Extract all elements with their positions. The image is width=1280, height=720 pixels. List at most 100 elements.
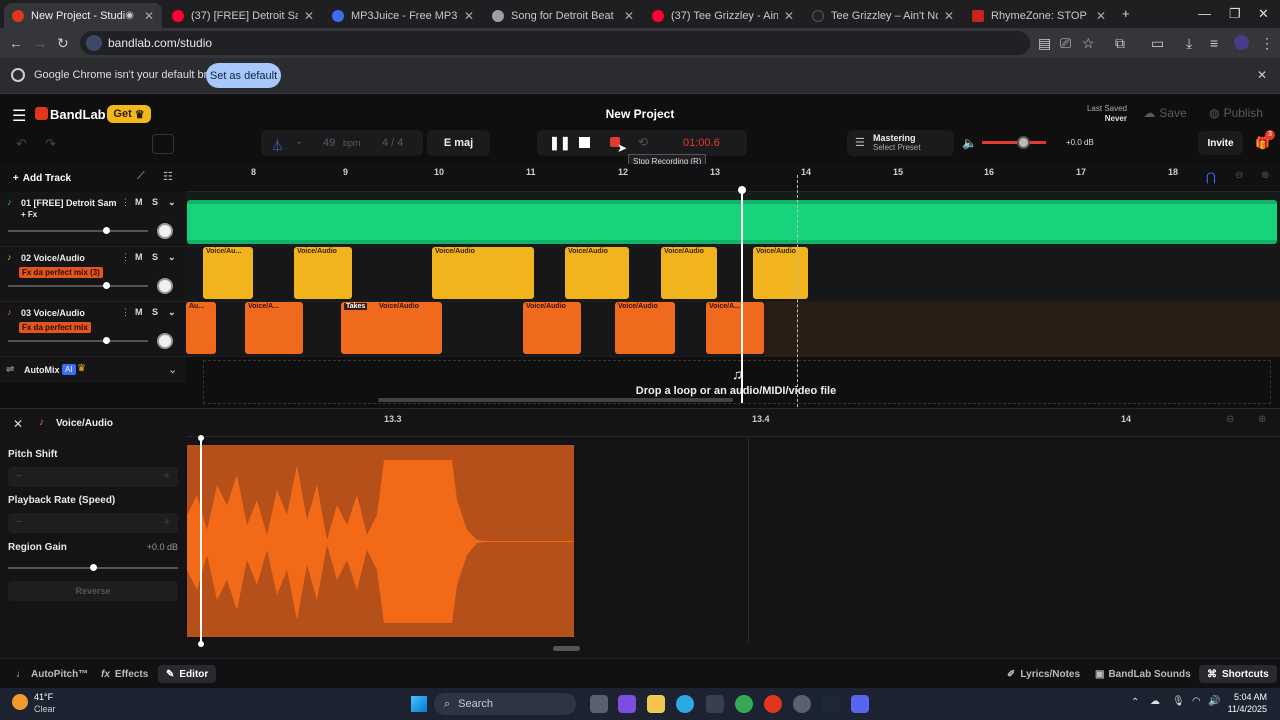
clock-date[interactable]: 11/4/2025	[1221, 704, 1267, 714]
windows-start-icon[interactable]	[411, 696, 427, 712]
minus-icon[interactable]: −	[16, 470, 22, 482]
key-selector[interactable]: E maj	[427, 130, 490, 156]
taskbar-search[interactable]: ⌕ Search	[434, 693, 576, 715]
mastering-button[interactable]: ☰ Mastering Select Preset	[847, 130, 954, 156]
slider-knob[interactable]	[103, 227, 110, 234]
metronome-icon[interactable]: ⏃	[271, 135, 284, 154]
track-name[interactable]: 01 [FREE] Detroit Sam...	[21, 198, 116, 208]
more-options-icon[interactable]: ⋮	[121, 307, 130, 318]
chevron-down-icon[interactable]: ⌄	[168, 363, 177, 376]
solo-button[interactable]: S	[152, 252, 158, 262]
close-tab-icon[interactable]: ✕	[304, 9, 314, 23]
editor-region[interactable]	[187, 445, 574, 637]
maximize-window-icon[interactable]: ❐	[1229, 6, 1241, 22]
vocal-clip[interactable]: Voice/Au...	[203, 247, 253, 299]
browser-tab-0[interactable]: New Project - Studio ◉ ✕	[4, 3, 162, 28]
timeline-ruler[interactable]: 8 9 10 11 12 13 14 15 16 17 18 ⋂ ⊖ ⊕	[186, 164, 1280, 192]
playback-rate-stepper[interactable]: − +	[8, 513, 178, 533]
editor-playhead[interactable]	[200, 439, 202, 645]
track-volume-slider[interactable]	[8, 337, 148, 344]
automix-row[interactable]: ⇌ AutoMix AI ♛ ⌄	[0, 357, 186, 383]
track-lane-1[interactable]	[186, 192, 1280, 247]
chrome-icon[interactable]	[735, 695, 753, 713]
master-volume-knob[interactable]	[1017, 136, 1030, 149]
beat-clip[interactable]	[187, 200, 1277, 244]
vocal-clip[interactable]: Voice/Audio	[432, 247, 534, 299]
editor-scrollbar[interactable]	[553, 646, 580, 651]
close-window-icon[interactable]: ✕	[1258, 6, 1269, 22]
mute-button[interactable]: M	[135, 307, 143, 317]
download-icon[interactable]: ⤓	[1186, 35, 1192, 52]
browser-tab-2[interactable]: MP3Juice - Free MP3 Download ✕	[324, 3, 482, 28]
steam-icon[interactable]	[822, 695, 840, 713]
new-tab-icon[interactable]: +	[1122, 6, 1130, 21]
add-track-button[interactable]: + Add Track	[6, 168, 78, 188]
more-options-icon[interactable]: ⋮	[121, 252, 130, 263]
publish-button[interactable]: ◍ Publish	[1202, 102, 1270, 124]
wand-icon[interactable]: ⟋	[137, 170, 145, 183]
pan-knob[interactable]	[157, 223, 173, 239]
vocal-clip[interactable]: Voice/Audio	[753, 247, 808, 299]
save-button[interactable]: ☁ Save	[1137, 102, 1193, 124]
track-name[interactable]: 02 Voice/Audio	[21, 253, 116, 263]
solo-button[interactable]: S	[152, 197, 158, 207]
fx-chain-tag[interactable]: Fx da perfect mix (3)	[19, 267, 103, 278]
file-explorer-icon[interactable]	[647, 695, 665, 713]
track-volume-slider[interactable]	[8, 227, 148, 234]
solo-button[interactable]: S	[152, 307, 158, 317]
close-tab-icon[interactable]: ✕	[944, 9, 954, 23]
onedrive-icon[interactable]: ☁	[1150, 696, 1160, 707]
track-header-3[interactable]: ♪ 03 Voice/Audio ⋮ M S ⌄ Fx da perfect m…	[0, 302, 186, 357]
browser-tab-3[interactable]: Song for Detroit Beat ✕	[484, 3, 642, 28]
stop-icon[interactable]	[579, 137, 590, 148]
close-infobar-icon[interactable]: ✕	[1257, 68, 1267, 82]
weather-icon[interactable]	[12, 694, 28, 710]
forward-icon[interactable]: →	[33, 35, 47, 51]
reading-mode-icon[interactable]: ▤	[1038, 35, 1051, 52]
add-fx-button[interactable]: + Fx	[21, 210, 37, 219]
reverse-button[interactable]: Reverse	[8, 581, 178, 601]
slider-knob[interactable]	[90, 564, 97, 571]
edge-icon[interactable]	[676, 695, 694, 713]
clock-time[interactable]: 5:04 AM	[1229, 692, 1267, 702]
editor-tab-button[interactable]: ✎ Editor	[158, 665, 217, 683]
browser-tab-6[interactable]: RhymeZone: STOP rhymes ✕	[964, 3, 1114, 28]
bandlab-sounds-button[interactable]: ▣ BandLab Sounds	[1095, 665, 1191, 683]
autopitch-button[interactable]: ♩ AutoPitch™	[16, 665, 88, 683]
vocal-clip[interactable]: Voice/Audio	[661, 247, 717, 299]
editor-ruler[interactable]: 13.3 13.4 14 ⊖ ⊕	[186, 409, 1280, 437]
master-volume-slider[interactable]	[982, 136, 1046, 149]
loop-icon[interactable]: ⟲	[638, 135, 648, 149]
minimize-window-icon[interactable]: —	[1198, 6, 1211, 21]
bpm-value[interactable]: 49	[323, 137, 335, 149]
minus-icon[interactable]: −	[16, 516, 22, 528]
fx-chain-tag[interactable]: Fx da perfect mix	[19, 322, 91, 333]
pitch-shift-stepper[interactable]: − +	[8, 467, 178, 487]
task-view-icon[interactable]	[590, 695, 608, 713]
reload-icon[interactable]: ↻	[57, 35, 69, 52]
editor-playhead-handle[interactable]	[198, 641, 204, 647]
media-control-icon[interactable]: ≡	[1210, 35, 1218, 51]
playhead[interactable]	[741, 189, 743, 403]
redo-icon[interactable]: ↷	[45, 136, 56, 152]
slider-knob[interactable]	[103, 337, 110, 344]
close-tab-icon[interactable]: ✕	[624, 9, 634, 23]
zoom-out-icon[interactable]: ⊖	[1235, 170, 1243, 181]
close-tab-icon[interactable]: ✕	[464, 9, 474, 23]
magnet-snap-icon[interactable]: ⋂	[1206, 170, 1216, 184]
track-name[interactable]: 03 Voice/Audio	[21, 308, 116, 318]
zoom-out-icon[interactable]: ⊖	[1226, 414, 1234, 425]
bookmark-star-icon[interactable]: ☆	[1082, 35, 1095, 52]
vocal-clip[interactable]: Voice/Audio	[615, 302, 675, 354]
browser-tab-4[interactable]: (37) Tee Grizzley - Ain't Nothing ✕	[644, 3, 802, 28]
horizontal-scrollbar[interactable]	[378, 398, 733, 402]
zoom-in-icon[interactable]: ⊕	[1261, 170, 1269, 181]
copilot-icon[interactable]	[618, 695, 636, 713]
region-gain-slider[interactable]	[8, 564, 178, 571]
slider-knob[interactable]	[103, 282, 110, 289]
pan-knob[interactable]	[157, 333, 173, 349]
store-icon[interactable]	[706, 695, 724, 713]
close-tab-icon[interactable]: ✕	[1096, 9, 1106, 23]
vocal-clip[interactable]: Voice/Audio	[565, 247, 629, 299]
close-tab-icon[interactable]: ✕	[784, 9, 794, 23]
